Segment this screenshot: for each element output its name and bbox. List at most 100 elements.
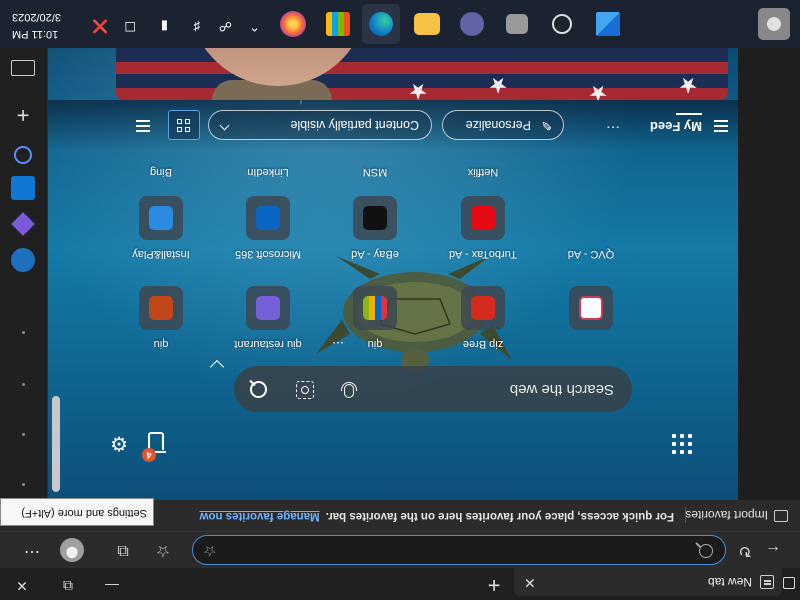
volume-icon[interactable]: ♯ [194,19,201,34]
star-plus-icon[interactable]: ☆ [203,542,216,560]
alert-icon[interactable]: ❌ [92,18,108,34]
file-explorer-icon[interactable] [414,13,440,35]
netflix-icon [471,206,495,230]
edge-icon [369,12,393,36]
search-placeholder: Search the web [509,381,614,398]
new-tab-page: 4 ⚙ Search the web qiu qiu restaurant qi… [48,0,738,500]
tab-new-tab[interactable]: New tab ✕ [514,568,782,596]
windows-taskbar: ⌃ ☍ ♯ ▮ ☐ ❌ 10:11 PM 3/20/2023 [0,0,800,48]
sidebar-item-search[interactable] [14,146,32,164]
linkedin-icon [256,206,280,230]
quick-link-label: TurboTax - Ad [448,248,518,260]
install-play-icon [149,296,173,320]
search-icon[interactable] [248,379,268,399]
quick-link-label: LinkedIn [247,166,289,178]
taskbar-clock[interactable]: 10:11 PM 3/20/2023 [12,8,92,42]
edge-sidebar: + ⚙ [0,0,48,500]
quick-link-icon-box [246,196,290,240]
refresh-button[interactable]: ↻ [734,539,756,561]
quick-link-label: qiu restaurant [234,338,302,350]
quick-link-icon-box [569,286,613,330]
more-options-icon[interactable]: ⋯ [332,336,344,350]
apps-launcher-icon[interactable] [672,434,692,454]
sidebar-dot [22,383,25,386]
menu-icon[interactable] [136,130,150,132]
address-bar[interactable]: ☆ [192,535,726,565]
back-button[interactable]: → [762,539,784,561]
microphone-icon[interactable] [340,379,360,399]
visual-search-icon[interactable] [296,381,314,399]
import-icon [774,510,788,522]
profile-avatar[interactable] [60,538,84,562]
store-icon[interactable] [326,12,350,36]
favorites-icon[interactable]: ☆ [152,539,174,561]
quick-link-icon-box [461,196,505,240]
minimize-button[interactable]: — [102,578,122,594]
chevron-up-icon[interactable]: ⌃ [249,18,260,34]
microsoft-365-icon [256,296,280,320]
close-window-button[interactable]: ✕ [12,577,32,594]
quick-link-tile[interactable]: qiu ⋯ [330,270,420,350]
start-icon[interactable] [596,12,620,36]
favorites-message-text: For quick access, place your favorites h… [325,510,674,522]
notification-icon[interactable]: ☐ [124,18,136,34]
settings-and-more-button[interactable]: ⋯ [23,542,40,562]
firefox-icon[interactable] [280,11,306,37]
quick-link-turbotax[interactable]: TurboTax - Ad [438,180,528,260]
clock-date: 3/20/2023 [12,11,61,23]
import-favorites-button[interactable]: Import favorites [685,508,768,522]
quick-link-label: Microsoft 365 [234,248,302,260]
restore-button[interactable]: ⧉ [58,577,78,594]
quick-link-icon-box [461,286,505,330]
divider [685,507,686,523]
quick-link-microsoft-365[interactable]: Microsoft 365 [223,180,313,260]
sidebar-hide-icon[interactable] [11,60,35,76]
tab-my-feed[interactable]: My Feed [650,119,702,134]
manage-favorites-link[interactable]: Manage favorites now [200,510,320,522]
task-view-icon[interactable] [506,14,528,34]
tab-strip: New tab ✕ + — ⧉ ✕ [0,568,800,600]
search-icon[interactable] [552,14,572,34]
network-icon[interactable]: ☍ [219,18,232,34]
quick-link-tile[interactable]: qiu restaurant [223,270,313,350]
personalize-button[interactable]: Personalize [442,110,564,140]
edge-taskbar-item[interactable] [362,4,400,44]
quick-link-tile[interactable] [546,270,636,350]
battery-icon[interactable]: ▮ [161,18,168,34]
page-settings-gear-icon[interactable]: ⚙ [110,432,128,454]
quick-link-tile[interactable]: zip Bree [438,270,528,350]
sidebar-add-button[interactable]: + [11,102,35,128]
weather-widget-icon[interactable] [758,8,790,40]
sidebar-dot [22,483,25,486]
turbotax-icon [471,296,495,320]
page-layout-button[interactable] [168,110,200,140]
close-tab-button[interactable]: ✕ [524,574,536,591]
quick-link-qvc[interactable]: QVC - Ad [546,180,636,260]
quick-link-icon-box [353,196,397,240]
new-tab-button[interactable]: + [482,572,506,598]
web-search-box[interactable]: Search the web [234,366,632,412]
scrollbar-thumb[interactable] [52,396,60,492]
browser-toolbar: → ↻ ☆ ☆ ⧉ ⋯ [0,532,800,568]
collections-icon[interactable]: ⧉ [112,539,134,561]
page-scrollbar[interactable] [50,4,64,494]
content-visibility-dropdown[interactable]: Content partially visible [208,110,432,140]
teams-icon[interactable] [460,12,484,36]
quick-link-label: eBay - Ad [351,248,399,260]
quick-link-ebay[interactable]: eBay - Ad [330,180,420,260]
sidebar-item-office[interactable] [11,212,35,236]
quick-link-label: Bing [149,166,173,178]
quick-link-install-play[interactable]: Install&Play [116,180,206,260]
quick-link-tile[interactable]: qiu [116,270,206,350]
sidebar-item-security[interactable] [11,248,35,272]
address-input[interactable] [271,539,691,561]
msn-icon [363,206,387,230]
hamburger-menu-icon[interactable] [714,130,728,132]
quick-link-label: qiu [153,338,169,350]
browser-window: New tab ✕ + — ⧉ ✕ → ↻ ☆ ☆ ⧉ ⋯ Import fav… [0,0,800,600]
tab-actions-menu-button[interactable] [782,568,800,600]
sidebar-item-outlook[interactable] [11,176,35,200]
more-options-icon[interactable]: ⋯ [606,119,620,136]
ebay-icon [363,296,387,320]
tab-title: New tab [707,575,752,589]
